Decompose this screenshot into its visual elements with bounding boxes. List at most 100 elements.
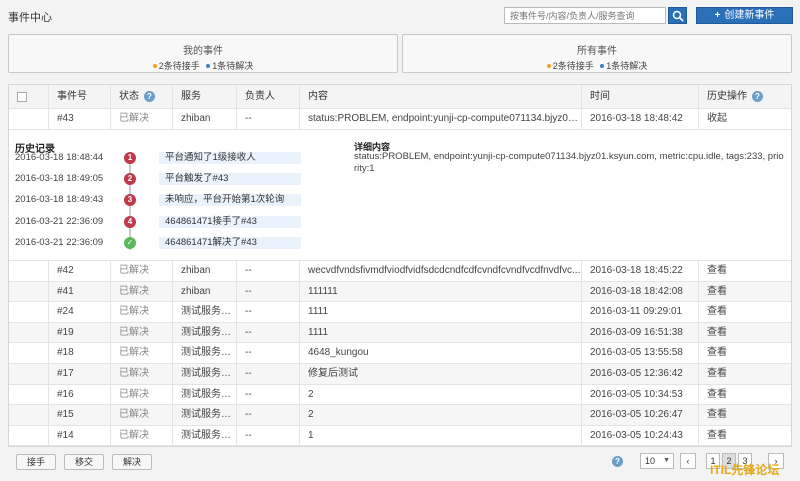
row-select-cell (9, 405, 49, 425)
col-service[interactable]: 服务 (173, 85, 237, 108)
row-select-cell (9, 425, 49, 446)
col-id[interactable]: 事件号 (49, 85, 111, 108)
my-pending-assign: 2条待接手 (158, 61, 200, 71)
event-owner: -- (237, 322, 300, 343)
table-row[interactable]: #16已解决测试服务_升...--22016-03-05 10:34:53查看 (9, 384, 791, 406)
event-id: #17 (49, 364, 111, 384)
table-row[interactable]: #15已解决测试服务_升...--22016-03-05 10:26:47查看 (9, 405, 791, 426)
check-icon: ✓ (124, 237, 136, 249)
resolve-button[interactable]: 解决 (112, 454, 152, 470)
timeline-time: 2016-03-18 18:48:44 (15, 152, 104, 163)
pending-dot-icon (546, 64, 551, 69)
event-time: 2016-03-18 18:48:42 (582, 109, 699, 129)
table-row[interactable]: #42 已解决 zhiban -- wecvdfvndsfivmdfviodfvidfs… (9, 261, 791, 282)
event-service: zhiban (173, 261, 237, 281)
row-select-cell (9, 302, 49, 322)
event-time: 2016-03-05 10:34:53 (582, 384, 699, 405)
select-all-cell (9, 85, 49, 108)
event-id: #43 (49, 109, 111, 129)
row-select-cell (9, 343, 49, 363)
plus-icon: + (714, 10, 721, 21)
search-button[interactable] (668, 7, 687, 24)
event-owner: -- (237, 281, 300, 302)
assign-button[interactable]: 接手 (16, 454, 56, 470)
collapse-link[interactable]: 收起 (699, 109, 791, 129)
event-time: 2016-03-05 12:36:42 (582, 364, 699, 384)
top-bar: 事件中心 +创建新事件 (0, 0, 800, 30)
table-row[interactable]: #14已解决测试服务_升...--12016-03-05 10:24:43查看 (9, 425, 791, 447)
timeline-text: 464861471接手了#43 (159, 216, 301, 228)
event-id: #16 (49, 384, 111, 405)
create-event-label: 创建新事件 (724, 10, 775, 21)
create-event-button[interactable]: + 创建新事件 (696, 7, 793, 24)
table-row[interactable]: #41 已解决 zhiban -- 111111 2016-03-18 18:42:08 查… (9, 281, 791, 303)
col-content[interactable]: 内容 (300, 85, 582, 108)
help-icon[interactable]: ? (752, 90, 763, 102)
view-link[interactable]: 查看 (699, 385, 791, 405)
event-owner: -- (237, 425, 300, 446)
bottom-toolbar: 接手 移交 解决 ? 10 ▼ ‹ 1 2 3 › (8, 448, 792, 478)
view-link[interactable]: 查看 (699, 323, 791, 343)
transfer-button[interactable]: 移交 (64, 454, 104, 470)
col-history-label: 历史操作 (707, 91, 747, 102)
event-time: 2016-03-05 10:24:43 (582, 425, 699, 446)
event-id: #18 (49, 343, 111, 363)
event-id: #19 (49, 322, 111, 343)
view-link[interactable]: 查看 (699, 261, 791, 281)
view-link[interactable]: 查看 (699, 426, 791, 446)
detail-text: status:PROBLEM, endpoint:yunji-cp-comput… (354, 151, 784, 174)
event-owner: -- (237, 364, 300, 384)
event-service: 测试服务_升... (173, 405, 237, 425)
table-row[interactable]: #17已解决测试服务_升...--修复后测试2016-03-05 12:36:4… (9, 364, 791, 385)
my-events-title: 我的事件 (183, 46, 223, 57)
table-row-expanded[interactable]: #43 已解决 zhiban -- status:PROBLEM, endpoi… (9, 109, 791, 130)
table-row[interactable]: #19已解决测试服务_升...--11112016-03-09 16:51:38… (9, 322, 791, 344)
event-owner: -- (237, 261, 300, 281)
col-status-label: 状态 (119, 91, 139, 102)
event-time: 2016-03-05 10:26:47 (582, 405, 699, 425)
event-time: 2016-03-09 16:51:38 (582, 322, 699, 343)
select-all-checkbox[interactable] (17, 92, 27, 102)
col-time[interactable]: 时间 (582, 85, 699, 108)
col-status[interactable]: 状态? (111, 85, 173, 108)
all-events-card[interactable]: 所有事件 2条待接手 1条待解决 (402, 34, 792, 73)
event-owner: -- (237, 302, 300, 322)
timeline-text: 未响应，平台开始第1次轮询 (159, 194, 301, 206)
event-content: 1 (300, 425, 582, 446)
event-status: 已解决 (111, 405, 173, 425)
event-id: #41 (49, 281, 111, 302)
prev-page-button[interactable]: ‹ (680, 453, 696, 469)
col-owner[interactable]: 负责人 (237, 85, 300, 108)
event-content: 111111 (300, 281, 582, 302)
help-icon[interactable]: ? (612, 456, 623, 467)
event-status: 已解决 (111, 384, 173, 405)
event-content: 1111 (300, 302, 582, 322)
event-time: 2016-03-05 13:55:58 (582, 343, 699, 363)
timeline-text: 464861471解决了#43 (159, 237, 301, 249)
view-link[interactable]: 查看 (699, 405, 791, 425)
view-link[interactable]: 查看 (699, 282, 791, 302)
event-id: #42 (49, 261, 111, 281)
view-link[interactable]: 查看 (699, 343, 791, 363)
event-service: 测试服务_升... (173, 322, 237, 343)
timeline-text: 平台通知了1级接收人 (159, 152, 301, 164)
timeline-time: 2016-03-18 18:49:43 (15, 194, 104, 205)
view-link[interactable]: 查看 (699, 364, 791, 384)
col-history[interactable]: 历史操作? (699, 85, 791, 108)
search-input[interactable] (504, 7, 666, 24)
timeline-time: 2016-03-21 22:36:09 (15, 216, 104, 227)
table-row[interactable]: #18已解决测试服务_升...--4648_kungou2016-03-05 1… (9, 343, 791, 364)
table-row[interactable]: #24已解决测试服务_升...--11112016-03-11 09:29:01… (9, 302, 791, 323)
row-select-cell (9, 322, 49, 343)
event-service: 测试服务_升... (173, 425, 237, 446)
row-select-cell (9, 261, 49, 281)
event-owner: -- (237, 343, 300, 363)
timeline-badge: 3 (124, 194, 136, 206)
event-time: 2016-03-18 18:45:22 (582, 261, 699, 281)
event-status: 已解决 (111, 425, 173, 446)
search-icon (672, 10, 684, 22)
help-icon[interactable]: ? (144, 90, 155, 102)
my-events-card[interactable]: 我的事件 2条待接手 1条待解决 (8, 34, 398, 73)
page-size-select[interactable]: 10 ▼ (640, 453, 674, 469)
view-link[interactable]: 查看 (699, 302, 791, 322)
